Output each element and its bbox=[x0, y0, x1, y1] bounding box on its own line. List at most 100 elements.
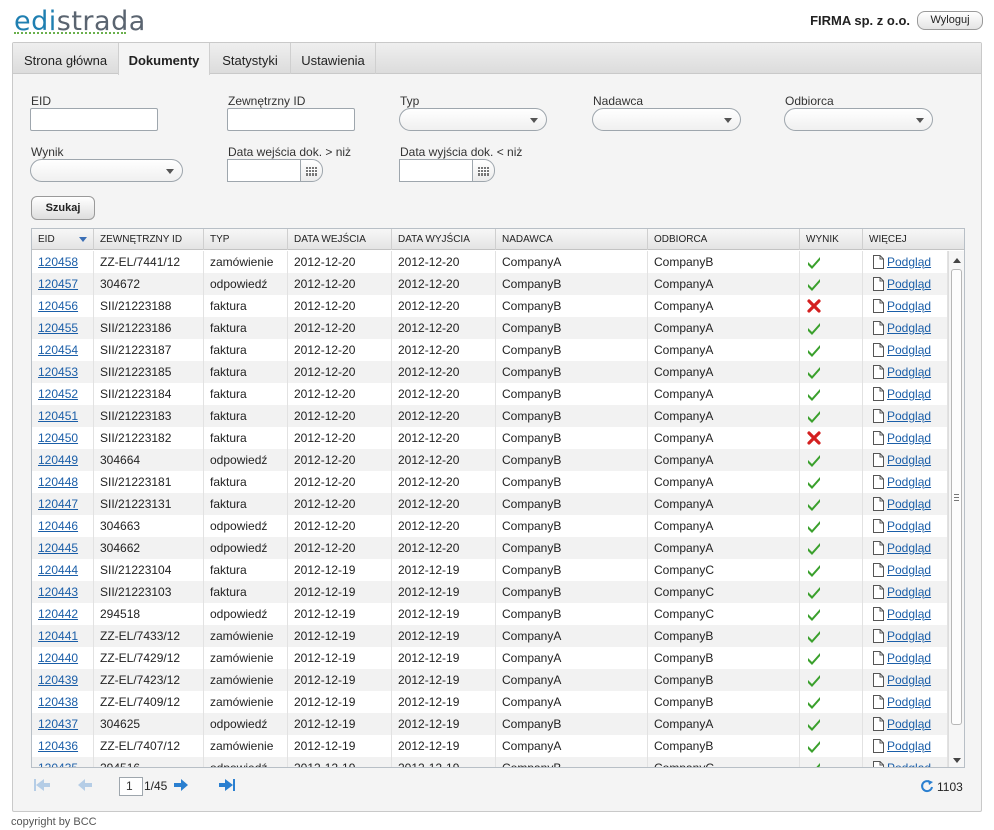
table-row[interactable]: 120445 304662 odpowiedź 2012-12-20 2012-12-2… bbox=[32, 537, 948, 559]
cell-eid[interactable]: 120458 bbox=[32, 251, 94, 273]
preview-link[interactable]: Podgląd bbox=[887, 299, 931, 313]
document-eid-link[interactable]: 120447 bbox=[38, 497, 78, 511]
search-button[interactable]: Szukaj bbox=[31, 196, 95, 220]
cell-eid[interactable]: 120443 bbox=[32, 581, 94, 603]
document-eid-link[interactable]: 120445 bbox=[38, 541, 78, 555]
document-eid-link[interactable]: 120449 bbox=[38, 453, 78, 467]
column-header-eid[interactable]: EID bbox=[32, 229, 94, 250]
document-eid-link[interactable]: 120442 bbox=[38, 607, 78, 621]
preview-link[interactable]: Podgląd bbox=[887, 673, 931, 687]
document-eid-link[interactable]: 120437 bbox=[38, 717, 78, 731]
table-row[interactable]: 120443 SII/21223103 faktura 2012-12-19 2012-… bbox=[32, 581, 948, 603]
preview-link[interactable]: Podgląd bbox=[887, 695, 931, 709]
preview-link[interactable]: Podgląd bbox=[887, 497, 931, 511]
document-eid-link[interactable]: 120450 bbox=[38, 431, 78, 445]
table-row[interactable]: 120446 304663 odpowiedź 2012-12-20 2012-12-2… bbox=[32, 515, 948, 537]
preview-link[interactable]: Podgląd bbox=[887, 321, 931, 335]
cell-eid[interactable]: 120449 bbox=[32, 449, 94, 471]
document-eid-link[interactable]: 120439 bbox=[38, 673, 78, 687]
table-row[interactable]: 120451 SII/21223183 faktura 2012-12-20 2012-… bbox=[32, 405, 948, 427]
date-in-field[interactable] bbox=[227, 159, 301, 182]
cell-eid[interactable]: 120444 bbox=[32, 559, 94, 581]
cell-eid[interactable]: 120450 bbox=[32, 427, 94, 449]
document-eid-link[interactable]: 120451 bbox=[38, 409, 78, 423]
date-out-field[interactable] bbox=[399, 159, 473, 182]
table-row[interactable]: 120442 294518 odpowiedź 2012-12-19 2012-12-1… bbox=[32, 603, 948, 625]
table-row[interactable]: 120449 304664 odpowiedź 2012-12-20 2012-12-2… bbox=[32, 449, 948, 471]
cell-eid[interactable]: 120456 bbox=[32, 295, 94, 317]
table-row[interactable]: 120435 294516 odpowiedź 2012-12-19 2012-12-1… bbox=[32, 757, 948, 767]
preview-link[interactable]: Podgląd bbox=[887, 343, 931, 357]
preview-link[interactable]: Podgląd bbox=[887, 365, 931, 379]
document-eid-link[interactable]: 120435 bbox=[38, 761, 78, 767]
tab-settings[interactable]: Ustawienia bbox=[291, 43, 376, 74]
document-eid-link[interactable]: 120436 bbox=[38, 739, 78, 753]
calendar-button[interactable] bbox=[300, 159, 323, 182]
cell-eid[interactable]: 120451 bbox=[32, 405, 94, 427]
document-eid-link[interactable]: 120438 bbox=[38, 695, 78, 709]
column-header-external-id[interactable]: ZEWNĘTRZNY ID bbox=[94, 229, 204, 250]
tab-home[interactable]: Strona główna bbox=[13, 43, 119, 74]
tab-statistics[interactable]: Statystyki bbox=[210, 43, 291, 74]
scroll-down-icon[interactable] bbox=[953, 758, 961, 763]
preview-link[interactable]: Podgląd bbox=[887, 453, 931, 467]
document-eid-link[interactable]: 120456 bbox=[38, 299, 78, 313]
refresh-button[interactable] bbox=[920, 779, 934, 796]
preview-link[interactable]: Podgląd bbox=[887, 761, 931, 767]
table-row[interactable]: 120436 ZZ-EL/7407/12 zamówienie 2012-12-19 2… bbox=[32, 735, 948, 757]
cell-eid[interactable]: 120440 bbox=[32, 647, 94, 669]
table-row[interactable]: 120450 SII/21223182 faktura 2012-12-20 2012-… bbox=[32, 427, 948, 449]
tab-documents[interactable]: Dokumenty bbox=[118, 43, 210, 75]
page-number-input[interactable]: 1 bbox=[119, 777, 143, 796]
next-page-button[interactable] bbox=[173, 778, 189, 795]
table-row[interactable]: 120453 SII/21223185 faktura 2012-12-20 2012-… bbox=[32, 361, 948, 383]
document-eid-link[interactable]: 120443 bbox=[38, 585, 78, 599]
table-row[interactable]: 120448 SII/21223181 faktura 2012-12-20 2012-… bbox=[32, 471, 948, 493]
vertical-scrollbar[interactable] bbox=[948, 251, 964, 767]
document-eid-link[interactable]: 120440 bbox=[38, 651, 78, 665]
table-row[interactable]: 120440 ZZ-EL/7429/12 zamówienie 2012-12-19 2… bbox=[32, 647, 948, 669]
table-row[interactable]: 120444 SII/21223104 faktura 2012-12-19 2012-… bbox=[32, 559, 948, 581]
column-header-date-out[interactable]: DATA WYJŚCIA bbox=[392, 229, 496, 250]
cell-eid[interactable]: 120454 bbox=[32, 339, 94, 361]
cell-eid[interactable]: 120436 bbox=[32, 735, 94, 757]
table-row[interactable]: 120437 304625 odpowiedź 2012-12-19 2012-12-1… bbox=[32, 713, 948, 735]
cell-eid[interactable]: 120448 bbox=[32, 471, 94, 493]
column-header-type[interactable]: TYP bbox=[204, 229, 288, 250]
preview-link[interactable]: Podgląd bbox=[887, 629, 931, 643]
preview-link[interactable]: Podgląd bbox=[887, 585, 931, 599]
cell-eid[interactable]: 120437 bbox=[32, 713, 94, 735]
cell-eid[interactable]: 120447 bbox=[32, 493, 94, 515]
cell-eid[interactable]: 120441 bbox=[32, 625, 94, 647]
cell-eid[interactable]: 120439 bbox=[32, 669, 94, 691]
cell-eid[interactable]: 120455 bbox=[32, 317, 94, 339]
document-eid-link[interactable]: 120448 bbox=[38, 475, 78, 489]
column-header-receiver[interactable]: ODBIORCA bbox=[648, 229, 800, 250]
table-row[interactable]: 120455 SII/21223186 faktura 2012-12-20 2012-… bbox=[32, 317, 948, 339]
table-row[interactable]: 120457 304672 odpowiedź 2012-12-20 2012-12-2… bbox=[32, 273, 948, 295]
last-page-button[interactable] bbox=[218, 778, 236, 795]
table-row[interactable]: 120441 ZZ-EL/7433/12 zamówienie 2012-12-19 2… bbox=[32, 625, 948, 647]
cell-eid[interactable]: 120445 bbox=[32, 537, 94, 559]
preview-link[interactable]: Podgląd bbox=[887, 717, 931, 731]
document-eid-link[interactable]: 120446 bbox=[38, 519, 78, 533]
table-row[interactable]: 120458 ZZ-EL/7441/12 zamówienie 2012-12-20 2… bbox=[32, 251, 948, 273]
preview-link[interactable]: Podgląd bbox=[887, 387, 931, 401]
table-row[interactable]: 120438 ZZ-EL/7409/12 zamówienie 2012-12-19 2… bbox=[32, 691, 948, 713]
preview-link[interactable]: Podgląd bbox=[887, 739, 931, 753]
cell-eid[interactable]: 120457 bbox=[32, 273, 94, 295]
document-eid-link[interactable]: 120453 bbox=[38, 365, 78, 379]
receiver-select[interactable] bbox=[784, 108, 933, 131]
document-eid-link[interactable]: 120454 bbox=[38, 343, 78, 357]
table-row[interactable]: 120439 ZZ-EL/7423/12 zamówienie 2012-12-19 2… bbox=[32, 669, 948, 691]
cell-eid[interactable]: 120446 bbox=[32, 515, 94, 537]
cell-eid[interactable]: 120438 bbox=[32, 691, 94, 713]
preview-link[interactable]: Podgląd bbox=[887, 431, 931, 445]
column-header-sender[interactable]: NADAWCA bbox=[496, 229, 648, 250]
document-eid-link[interactable]: 120444 bbox=[38, 563, 78, 577]
table-row[interactable]: 120456 SII/21223188 faktura 2012-12-20 2012-… bbox=[32, 295, 948, 317]
preview-link[interactable]: Podgląd bbox=[887, 541, 931, 555]
calendar-button[interactable] bbox=[472, 159, 495, 182]
document-eid-link[interactable]: 120458 bbox=[38, 255, 78, 269]
result-select[interactable] bbox=[30, 159, 183, 182]
